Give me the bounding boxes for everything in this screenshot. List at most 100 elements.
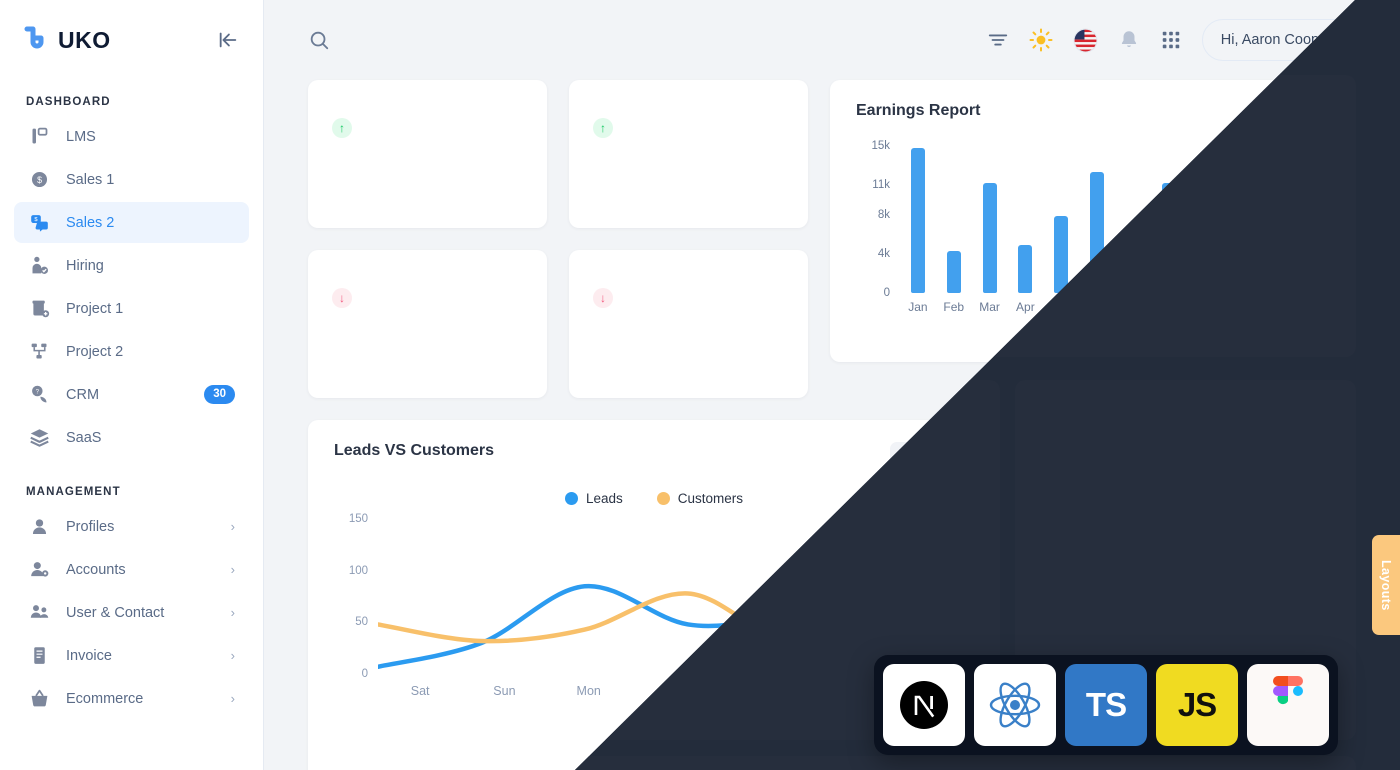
sidebar-item-sales-1[interactable]: $ Sales 1 xyxy=(14,159,249,200)
earnings-bar-column[interactable] xyxy=(1222,138,1258,293)
earnings-range-label: Month xyxy=(1261,102,1302,118)
user-menu[interactable]: Hi, Aaron Cooper xyxy=(1201,19,1378,61)
sidebar-item-ecommerce[interactable]: Ecommerce › xyxy=(14,678,249,719)
javascript-label: JS xyxy=(1177,686,1217,723)
brand-name: UKO xyxy=(58,26,111,53)
earnings-bar[interactable] xyxy=(1269,240,1284,293)
svg-text:$: $ xyxy=(37,175,42,185)
sidebar-item-label: User & Contact xyxy=(66,604,165,621)
brand-logo[interactable]: UKO xyxy=(22,26,111,54)
earnings-bar[interactable] xyxy=(1090,172,1105,293)
earnings-range-select[interactable]: Month xyxy=(1262,102,1330,118)
earnings-bar[interactable] xyxy=(1018,244,1033,293)
uko-logo-icon xyxy=(22,26,48,54)
legend-item-leads[interactable]: Leads xyxy=(564,491,623,506)
earnings-bar-column[interactable] xyxy=(1258,138,1294,293)
sidebar-item-label: SaaS xyxy=(66,429,102,446)
us-flag-icon[interactable] xyxy=(1073,28,1098,53)
search-icon[interactable] xyxy=(308,29,330,51)
earnings-bar[interactable] xyxy=(1125,263,1140,293)
leads-x-tick: Wed xyxy=(744,684,770,698)
sidebar-item-invoice[interactable]: Invoice › xyxy=(14,635,249,676)
sidebar-item-user-contact[interactable]: User & Contact › xyxy=(14,592,249,633)
earnings-x-tick: Apr xyxy=(1016,300,1035,314)
chevron-right-icon: › xyxy=(230,605,235,620)
earnings-y-tick: 4k xyxy=(877,247,890,260)
earnings-bars xyxy=(900,138,1330,293)
sidebar-item-sales-2[interactable]: $ Sales 2 xyxy=(14,202,249,243)
earnings-bar-column[interactable] xyxy=(900,138,936,293)
sales-chat-icon: $ xyxy=(28,212,50,234)
legend-item-customers[interactable]: Customers xyxy=(656,491,744,506)
react-logo[interactable] xyxy=(974,664,1056,746)
earnings-bar-column[interactable] xyxy=(1115,138,1151,293)
sidebar-item-project-1[interactable]: Project 1 xyxy=(14,288,249,329)
tech-stack-badges: TS JS xyxy=(874,655,1338,755)
sidebar-item-hiring[interactable]: Hiring xyxy=(14,245,249,286)
earnings-bar-column[interactable] xyxy=(1007,138,1043,293)
hiring-person-icon xyxy=(28,255,50,277)
sidebar-item-lms[interactable]: LMS xyxy=(14,116,249,157)
leads-x-tick: Sun xyxy=(493,684,516,698)
earnings-bar[interactable] xyxy=(1305,147,1320,293)
sidebar-item-crm[interactable]: ? CRM 30 xyxy=(14,374,249,415)
leads-x-tick: Mon xyxy=(576,684,601,698)
sidebar-item-label: Accounts xyxy=(66,561,126,578)
earnings-bar[interactable] xyxy=(1054,216,1069,293)
filter-lines-icon[interactable] xyxy=(987,29,1009,51)
sidebar-item-saas[interactable]: SaaS xyxy=(14,417,249,458)
earnings-bar[interactable] xyxy=(946,250,961,293)
bell-icon[interactable] xyxy=(1118,29,1140,51)
figma-logo[interactable] xyxy=(1247,664,1329,746)
arrow-down-icon: ↓ xyxy=(593,288,613,308)
dollar-badge-icon: $ xyxy=(28,169,50,191)
earnings-bar-column[interactable] xyxy=(1043,138,1079,293)
sun-icon[interactable] xyxy=(1029,28,1053,52)
crm-icon: ? xyxy=(28,384,50,406)
leads-header: Leads VS Customers Month ▼ xyxy=(334,442,974,471)
leads-plot xyxy=(378,514,998,674)
sidebar-item-accounts[interactable]: Accounts › xyxy=(14,549,249,590)
sidebar-item-label: LMS xyxy=(66,128,96,145)
javascript-logo[interactable]: JS xyxy=(1156,664,1238,746)
line-series-customers xyxy=(378,552,998,641)
online-status-dot xyxy=(1362,46,1372,56)
sidebar-item-project-2[interactable]: Project 2 xyxy=(14,331,249,372)
earnings-bar-column[interactable] xyxy=(1151,138,1187,293)
earnings-bar[interactable] xyxy=(1233,195,1248,293)
kpi-and-earnings-row: ↑ ↑ ↓ ↓ Earnings Report Month 0 4k 8k 11k 15k J… xyxy=(308,80,1356,398)
earnings-header: Earnings Report Month xyxy=(856,102,1330,120)
earnings-bar-column[interactable] xyxy=(1294,138,1330,293)
earnings-bar-column[interactable] xyxy=(936,138,972,293)
sidebar-header: UKO xyxy=(0,0,263,80)
typescript-logo[interactable]: TS xyxy=(1065,664,1147,746)
earnings-bar[interactable] xyxy=(910,147,925,293)
chevron-right-icon: › xyxy=(230,562,235,577)
sidebar-section-title: MANAGEMENT xyxy=(26,486,121,498)
avatar[interactable] xyxy=(1341,25,1372,56)
kpi-card-repeat-purchase: ↑ xyxy=(569,80,808,228)
user-greeting: Hi, Aaron Cooper xyxy=(1220,32,1332,48)
leads-range-select[interactable]: Month ▼ xyxy=(889,442,974,471)
sidebar-item-profiles[interactable]: Profiles › xyxy=(14,506,249,547)
collapse-left-icon[interactable] xyxy=(217,29,239,51)
earnings-bar[interactable] xyxy=(982,183,997,293)
earnings-bar-column[interactable] xyxy=(1187,138,1223,293)
sidebar-item-label: Sales 1 xyxy=(66,171,115,188)
legend-label: Customers xyxy=(677,491,744,506)
layouts-tab[interactable]: Layouts xyxy=(1372,535,1400,635)
project-status-title: Project Status xyxy=(1135,440,1243,457)
sidebar-item-label: Ecommerce xyxy=(66,690,144,707)
grid-apps-icon[interactable] xyxy=(1160,29,1182,51)
earnings-bar[interactable] xyxy=(1197,217,1212,293)
earnings-report-card: Earnings Report Month 0 4k 8k 11k 15k Jan Feb… xyxy=(830,80,1356,362)
earnings-bar[interactable] xyxy=(1161,183,1176,293)
sidebar-item-label: Sales 2 xyxy=(66,214,115,231)
earnings-x-tick: Jun xyxy=(1087,300,1107,314)
earnings-bar-column[interactable] xyxy=(972,138,1008,293)
earnings-bar-column[interactable] xyxy=(1079,138,1115,293)
nextjs-logo[interactable] xyxy=(883,664,965,746)
leads-y-tick: 50 xyxy=(355,616,368,629)
sidebar-item-badge: 30 xyxy=(204,384,235,405)
earnings-x-tick: Mar xyxy=(979,300,1000,314)
